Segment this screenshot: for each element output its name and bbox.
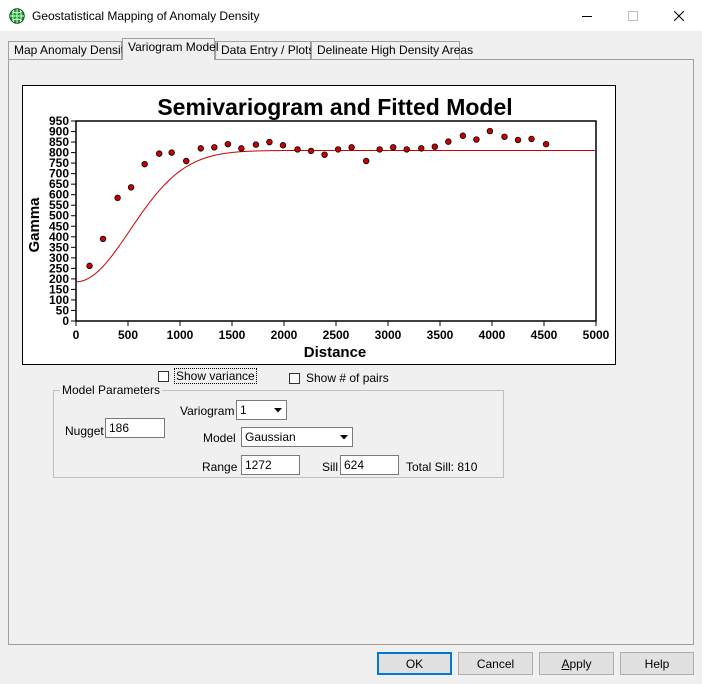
x-tick-label: 500 [118, 328, 138, 342]
nugget-input[interactable]: 186 [105, 418, 165, 438]
x-tick-label: 3500 [427, 328, 454, 342]
total-sill-value: Total Sill: 810 [406, 460, 478, 474]
variogram-point [141, 160, 148, 168]
semivariogram-chart: Semivariogram and Fitted Model Distance … [22, 85, 616, 365]
show-pairs-checkbox[interactable]: Show # of pairs [289, 371, 389, 385]
chart-title: Semivariogram and Fitted Model [157, 94, 512, 120]
x-tick-label: 3000 [375, 328, 402, 342]
minimize-button[interactable] [564, 0, 610, 31]
variogram-point [307, 147, 315, 155]
variogram-point [542, 140, 550, 148]
variogram-point [155, 150, 163, 157]
x-tick-label: 4000 [479, 328, 506, 342]
variogram-point [99, 235, 107, 243]
variogram-point [168, 149, 175, 156]
model-select-value: Gaussian [245, 430, 296, 444]
variogram-dropdown-button[interactable] [270, 402, 285, 418]
y-tick-label: 950 [49, 114, 69, 128]
variogram-point [390, 144, 397, 151]
apply-accesskey: A [561, 656, 570, 671]
show-variance-checkbox[interactable]: Show variance [158, 368, 257, 384]
variogram-point [334, 146, 342, 153]
variogram-point [321, 151, 328, 158]
nugget-label: Nugget [65, 424, 104, 438]
plot-area: 0501001502002503003504004505005506006507… [49, 114, 610, 342]
variogram-point [445, 138, 452, 145]
variogram-label: Variogram [180, 404, 235, 418]
help-button[interactable]: Help [620, 652, 694, 675]
variogram-point [348, 144, 355, 151]
variogram-point [224, 140, 232, 148]
variogram-point [403, 146, 410, 153]
variogram-point [197, 145, 204, 152]
show-pairs-box[interactable] [289, 372, 300, 384]
maximize-icon [628, 10, 638, 21]
show-variance-label: Show variance [174, 368, 257, 384]
variogram-point [501, 133, 508, 140]
x-tick-label: 1000 [167, 328, 194, 342]
variogram-point [528, 135, 535, 143]
variogram-point [211, 144, 218, 151]
sill-label: Sill [322, 460, 339, 474]
tab-data-entry-plots[interactable]: Data Entry / Plots [215, 41, 314, 59]
variogram-point [486, 127, 494, 135]
close-button[interactable] [656, 0, 702, 31]
variogram-point [252, 141, 260, 148]
tab-variogram-model[interactable]: Variogram Model [122, 38, 218, 60]
variogram-point [279, 142, 287, 149]
variogram-select[interactable]: 1 [236, 400, 287, 420]
variogram-point [376, 146, 383, 153]
apply-label-rest: pply [569, 656, 592, 671]
variogram-point [418, 145, 425, 152]
variogram-point [183, 157, 190, 165]
x-axis-label: Distance [304, 344, 367, 361]
tab-delineate-high-density-areas[interactable]: Delineate High Density Areas [311, 41, 473, 59]
model-parameters-title: Model Parameters [60, 383, 163, 397]
sill-input[interactable]: 624 [340, 455, 399, 475]
variogram-point [459, 132, 467, 139]
maximize-button[interactable] [610, 0, 656, 31]
model-select[interactable]: Gaussian [241, 427, 353, 447]
title-bar: Geostatistical Mapping of Anomaly Densit… [0, 0, 702, 31]
minimize-icon [582, 15, 592, 17]
variogram-point [431, 143, 438, 150]
globe-icon [9, 8, 25, 24]
variogram-point [114, 194, 121, 202]
window-title: Geostatistical Mapping of Anomaly Densit… [32, 9, 260, 23]
variogram-point [238, 145, 245, 152]
range-label: Range [202, 460, 238, 474]
x-tick-label: 2500 [323, 328, 350, 342]
apply-button[interactable]: Apply [539, 652, 614, 675]
variogram-point [362, 157, 370, 165]
variogram-point [86, 262, 93, 270]
tab-map-anomaly-density[interactable]: Map Anomaly Density [8, 41, 130, 59]
chevron-down-icon [273, 407, 282, 412]
fitted-model-curve [75, 149, 596, 283]
variogram-point [127, 184, 135, 191]
cancel-button[interactable]: Cancel [458, 652, 533, 675]
model-dropdown-button[interactable] [336, 429, 351, 445]
x-tick-label: 2000 [271, 328, 298, 342]
range-input[interactable]: 1272 [241, 455, 300, 475]
x-tick-label: 5000 [583, 328, 610, 342]
y-axis-label: Gamma [26, 197, 43, 253]
model-label: Model [203, 431, 236, 445]
variogram-point [294, 146, 301, 153]
variogram-point [266, 138, 273, 146]
show-variance-box[interactable] [158, 370, 169, 382]
variogram-point [473, 136, 480, 143]
chart-svg: Semivariogram and Fitted Model Distance … [26, 94, 610, 361]
show-pairs-label: Show # of pairs [306, 371, 389, 385]
close-icon [674, 10, 684, 21]
x-tick-label: 1500 [219, 328, 246, 342]
ok-button[interactable]: OK [377, 652, 452, 675]
x-tick-label: 4500 [531, 328, 558, 342]
x-tick-label: 0 [73, 328, 80, 342]
variogram-point [514, 136, 522, 144]
variogram-select-value: 1 [240, 403, 247, 417]
chevron-down-icon [339, 434, 348, 439]
